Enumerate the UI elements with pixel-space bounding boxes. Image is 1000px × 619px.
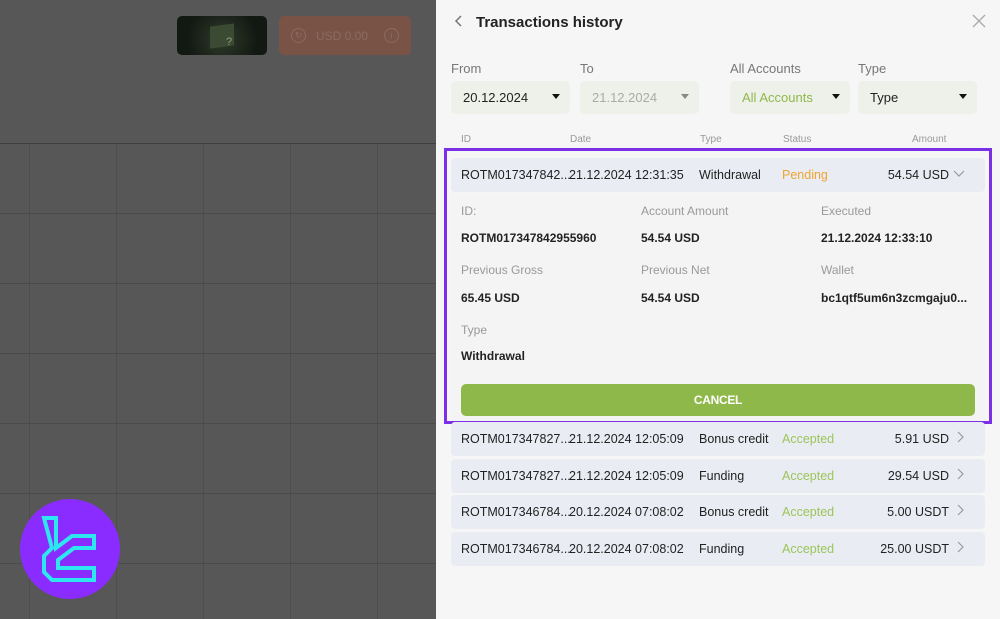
table-row[interactable]: ROTM017347827... 21.12.2024 12:05:09 Fun… <box>451 459 985 493</box>
panel-title: Transactions history <box>476 14 623 31</box>
caret-down-icon <box>552 94 560 99</box>
type-filter: Type Type <box>858 61 977 114</box>
row-status-badge: Accepted <box>782 542 835 556</box>
to-date-select[interactable]: 21.12.2024 <box>580 81 699 114</box>
row-amount: 25.00 USDT <box>880 542 949 556</box>
column-header-status: Status <box>783 134 812 145</box>
table-row[interactable]: ROTM017347827... 21.12.2024 12:05:09 Bon… <box>451 422 985 456</box>
row-status-badge: Accepted <box>782 432 835 446</box>
to-date-value: 21.12.2024 <box>592 90 658 105</box>
close-button[interactable] <box>972 14 988 30</box>
mystery-box-button[interactable]: ? <box>177 16 267 55</box>
row-type: Funding <box>699 542 745 556</box>
row-date: 21.12.2024 12:05:09 <box>569 432 684 446</box>
row-amount: 5.00 USDT <box>887 505 949 519</box>
row-status-badge: Accepted <box>782 469 835 483</box>
chevron-right-icon[interactable] <box>957 431 965 446</box>
from-date-value: 20.12.2024 <box>463 90 529 105</box>
row-type: Funding <box>699 469 745 483</box>
from-filter: From 20.12.2024 <box>451 61 570 114</box>
row-id: ROTM017346784... <box>461 542 571 556</box>
type-value: Type <box>870 90 899 105</box>
caret-down-icon <box>832 94 840 99</box>
chevron-right-icon[interactable] <box>957 468 965 483</box>
table-row[interactable]: ROTM017346784... 20.12.2024 07:08:02 Bon… <box>451 495 985 529</box>
back-button[interactable] <box>454 14 468 32</box>
row-type: Bonus credit <box>699 505 769 519</box>
row-amount: 29.54 USD <box>887 469 949 483</box>
accounts-filter: All Accounts All Accounts <box>730 61 850 114</box>
chevron-right-icon[interactable] <box>957 541 965 556</box>
row-type: Bonus credit <box>699 432 769 446</box>
refresh-icon: ↻ <box>291 28 306 43</box>
to-label: To <box>580 61 594 76</box>
highlight-annotation <box>444 148 992 424</box>
column-header-date: Date <box>570 134 592 145</box>
balance-button[interactable]: ↻ USD 0.00 i <box>279 16 411 55</box>
chevron-right-icon[interactable] <box>957 504 965 519</box>
row-date: 20.12.2024 07:08:02 <box>569 505 684 519</box>
caret-down-icon <box>681 94 689 99</box>
accounts-value: All Accounts <box>742 90 813 105</box>
chevron-left-icon <box>454 15 462 27</box>
row-id: ROTM017347827... <box>461 432 571 446</box>
accounts-select[interactable]: All Accounts <box>730 81 850 114</box>
column-header-id: ID <box>461 134 471 145</box>
transactions-history-panel: Transactions history From 20.12.2024 To … <box>436 0 1000 619</box>
panel-header: Transactions history <box>436 0 1000 50</box>
row-date: 21.12.2024 12:05:09 <box>569 469 684 483</box>
row-amount: 5.91 USD <box>894 432 949 446</box>
type-select[interactable]: Type <box>858 81 977 114</box>
row-status-badge: Accepted <box>782 505 835 519</box>
accounts-label: All Accounts <box>730 61 801 76</box>
brand-logo <box>20 499 120 599</box>
row-id: ROTM017346784... <box>461 505 571 519</box>
info-icon: i <box>384 28 399 43</box>
table-row[interactable]: ROTM017346784... 20.12.2024 07:08:02 Fun… <box>451 532 985 566</box>
row-id: ROTM017347827... <box>461 469 571 483</box>
column-header-type: Type <box>700 134 722 145</box>
logo-glyph-icon <box>41 516 96 582</box>
type-label: Type <box>858 61 887 76</box>
close-icon <box>972 14 986 28</box>
balance-label: USD 0.00 <box>316 28 369 43</box>
mystery-box-glyph: ? <box>226 36 233 48</box>
column-header-amount: Amount <box>912 134 947 145</box>
caret-down-icon <box>959 94 967 99</box>
from-date-select[interactable]: 20.12.2024 <box>451 81 570 114</box>
to-filter: To 21.12.2024 <box>580 61 699 114</box>
row-date: 20.12.2024 07:08:02 <box>569 542 684 556</box>
from-label: From <box>451 61 482 76</box>
background-divider <box>0 143 436 144</box>
table-header: ID Date Type Status Amount <box>436 134 1000 148</box>
